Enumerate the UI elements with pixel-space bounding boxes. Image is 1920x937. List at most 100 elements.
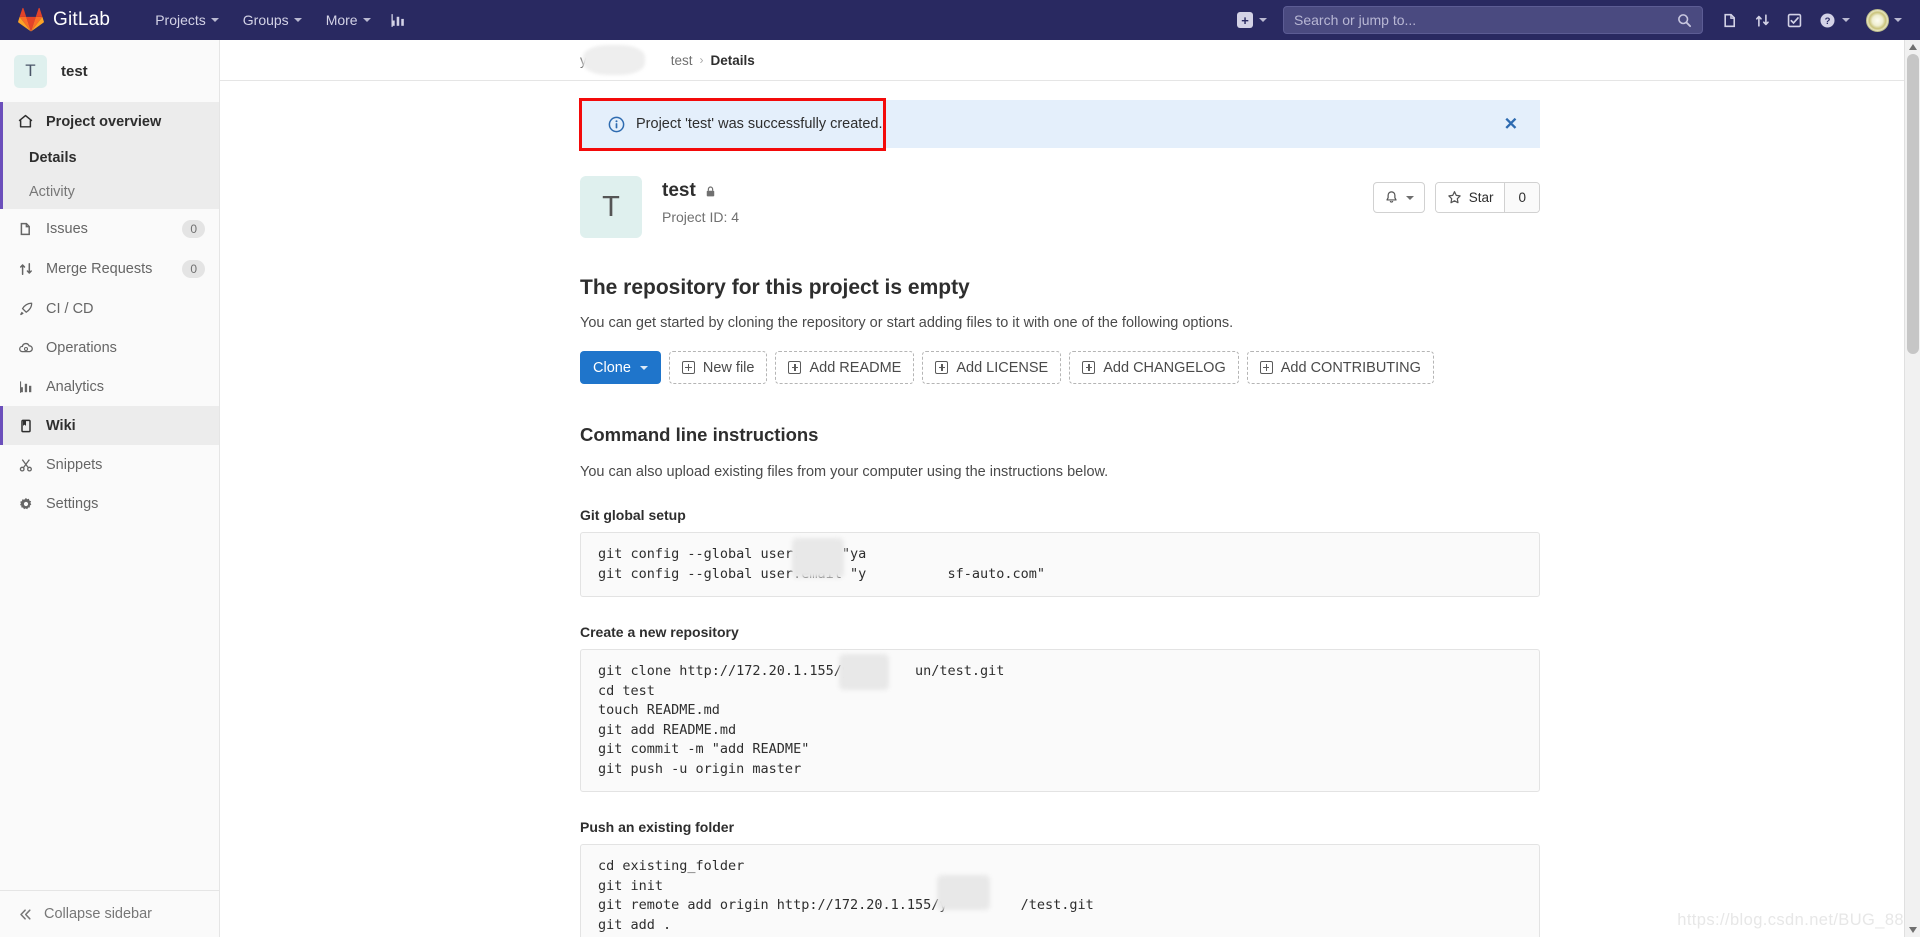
sidebar-item-settings[interactable]: Settings bbox=[0, 484, 219, 523]
sidebar-menu: Project overview Details Activity Issues… bbox=[0, 102, 219, 523]
sidebar-item-project-overview[interactable]: Project overview bbox=[0, 102, 219, 141]
sidebar-item-activity[interactable]: Activity bbox=[3, 175, 219, 209]
code-line: git config --global user.name "ya bbox=[598, 546, 867, 562]
sidebar-item-details[interactable]: Details bbox=[3, 141, 219, 175]
navbar-todos-button[interactable] bbox=[1779, 5, 1809, 35]
project-id-label: Project ID: 4 bbox=[662, 209, 740, 225]
page-scrollbar[interactable] bbox=[1904, 40, 1920, 937]
sidebar-item-merge-requests[interactable]: Merge Requests 0 bbox=[0, 249, 219, 289]
code-line: git push -u origin master bbox=[598, 760, 802, 777]
redacted-breadcrumb-namespace bbox=[582, 45, 645, 75]
double-chevron-left-icon bbox=[20, 908, 31, 920]
watermark: https://blog.csdn.net/BUG_88 bbox=[1677, 911, 1904, 929]
scroll-up-icon[interactable] bbox=[1909, 44, 1917, 50]
top-navigation-bar: GitLab Projects Groups More + Search or … bbox=[0, 0, 1920, 40]
nav-groups[interactable]: Groups bbox=[232, 3, 313, 37]
chevron-down-icon bbox=[210, 18, 219, 22]
project-sidebar: T test Project overview Details Activity… bbox=[0, 40, 220, 937]
sidebar-item-issues[interactable]: Issues 0 bbox=[0, 209, 219, 249]
alert-message: Project 'test' was successfully created. bbox=[636, 116, 883, 132]
sidebar-item-label: Project overview bbox=[46, 113, 162, 130]
sidebar-project-header[interactable]: T test bbox=[0, 40, 219, 102]
project-header: T test Project ID: 4 Star 0 bbox=[580, 176, 1540, 238]
add-readme-button[interactable]: Add README bbox=[775, 351, 915, 384]
cloud-gear-icon bbox=[17, 339, 34, 356]
project-avatar: T bbox=[580, 176, 642, 238]
navbar-merge-requests-button[interactable] bbox=[1747, 5, 1777, 35]
search-input[interactable] bbox=[1294, 12, 1677, 28]
chevron-down-icon bbox=[1842, 18, 1850, 22]
sidebar-item-ci-cd[interactable]: CI / CD bbox=[0, 289, 219, 328]
project-meta: test Project ID: 4 bbox=[662, 176, 739, 225]
breadcrumb-current[interactable]: Details bbox=[711, 53, 755, 68]
issues-icon bbox=[17, 221, 34, 238]
success-alert: Project 'test' was successfully created. bbox=[580, 100, 1540, 148]
code-line: touch README.md bbox=[598, 702, 720, 718]
sidebar-item-wiki[interactable]: Wiki bbox=[0, 406, 219, 445]
sidebar-item-analytics[interactable]: Analytics bbox=[0, 367, 219, 406]
code-block-push-folder[interactable]: cd existing_folder git init git remote a… bbox=[580, 844, 1540, 937]
add-license-button[interactable]: Add LICENSE bbox=[922, 351, 1062, 384]
help-icon: ? bbox=[1820, 12, 1835, 28]
chevron-down-icon bbox=[1259, 18, 1267, 22]
sidebar-item-operations[interactable]: Operations bbox=[0, 328, 219, 367]
navbar-help-button[interactable]: ? bbox=[1811, 6, 1858, 35]
add-contributing-button[interactable]: Add CONTRIBUTING bbox=[1246, 351, 1434, 384]
scrollbar-thumb[interactable] bbox=[1907, 54, 1919, 354]
collapse-sidebar-label: Collapse sidebar bbox=[44, 906, 153, 922]
star-icon bbox=[1447, 191, 1461, 204]
star-button[interactable]: Star bbox=[1435, 183, 1505, 212]
close-icon[interactable]: ✕ bbox=[1504, 116, 1518, 133]
new-file-button[interactable]: New file bbox=[668, 351, 768, 384]
redacted-username bbox=[792, 538, 844, 578]
alert-row: Project 'test' was successfully created.… bbox=[579, 98, 1540, 151]
plus-square-icon bbox=[681, 361, 695, 374]
add-changelog-button[interactable]: Add CHANGELOG bbox=[1069, 351, 1239, 384]
search-box[interactable] bbox=[1283, 6, 1703, 34]
sidebar-project-name: test bbox=[61, 62, 88, 80]
navbar-right-cluster: + Search or jump to... ? bbox=[1229, 5, 1920, 36]
code-block-global-setup[interactable]: git config --global user.name "ya git co… bbox=[580, 532, 1540, 597]
sidebar-item-label: Operations bbox=[46, 339, 117, 356]
sidebar-item-snippets[interactable]: Snippets bbox=[0, 445, 219, 484]
brand-label: GitLab bbox=[53, 9, 111, 30]
plus-square-icon bbox=[1082, 361, 1096, 374]
new-item-button[interactable]: + bbox=[1229, 6, 1275, 34]
clone-label: Clone bbox=[593, 359, 631, 376]
redacted-username bbox=[937, 875, 990, 910]
nav-projects[interactable]: Projects bbox=[144, 3, 230, 37]
main-content: y test › Details Project 'test' was succ… bbox=[220, 40, 1920, 937]
scroll-down-icon[interactable] bbox=[1909, 927, 1917, 933]
sidebar-item-label: Snippets bbox=[46, 456, 103, 473]
add-readme-label: Add README bbox=[809, 359, 902, 376]
user-menu-button[interactable] bbox=[1860, 5, 1908, 36]
sidebar-item-label: Wiki bbox=[46, 417, 76, 434]
sidebar-item-label: Merge Requests bbox=[46, 261, 153, 277]
gitlab-brand[interactable]: GitLab bbox=[18, 7, 110, 33]
empty-repo-subtitle: You can get started by cloning the repos… bbox=[580, 315, 1234, 331]
chart-bar-icon bbox=[17, 378, 34, 395]
primary-nav: Projects Groups More bbox=[144, 3, 413, 37]
redacted-username bbox=[839, 654, 889, 690]
merge-requests-icon bbox=[1755, 13, 1769, 27]
nav-projects-label: Projects bbox=[155, 12, 206, 28]
add-changelog-label: Add CHANGELOG bbox=[1103, 359, 1226, 376]
nav-analytics-button[interactable] bbox=[384, 5, 414, 35]
collapse-sidebar-button[interactable]: Collapse sidebar bbox=[0, 890, 219, 937]
chevron-down-icon bbox=[1894, 18, 1902, 22]
code-block-create-repo[interactable]: git clone http://172.20.1.155/y un/test.… bbox=[580, 649, 1540, 792]
empty-repo-actions: Clone New file Add README Add LICENSE Ad… bbox=[580, 351, 1540, 384]
chart-bar-icon bbox=[391, 13, 404, 27]
breadcrumb-project[interactable]: test bbox=[671, 53, 693, 68]
star-count[interactable]: 0 bbox=[1504, 183, 1539, 212]
sidebar-submenu-overview: Details Activity bbox=[0, 141, 219, 209]
nav-more[interactable]: More bbox=[315, 3, 382, 37]
navbar-issues-button[interactable] bbox=[1715, 5, 1745, 35]
chevron-down-icon bbox=[362, 18, 371, 22]
todos-icon bbox=[1787, 13, 1801, 27]
project-actions: Star 0 bbox=[1372, 176, 1540, 213]
clone-button[interactable]: Clone bbox=[580, 351, 661, 384]
chevron-down-icon bbox=[1405, 195, 1414, 200]
notification-dropdown-button[interactable] bbox=[1372, 182, 1425, 213]
star-label: Star bbox=[1468, 190, 1494, 205]
